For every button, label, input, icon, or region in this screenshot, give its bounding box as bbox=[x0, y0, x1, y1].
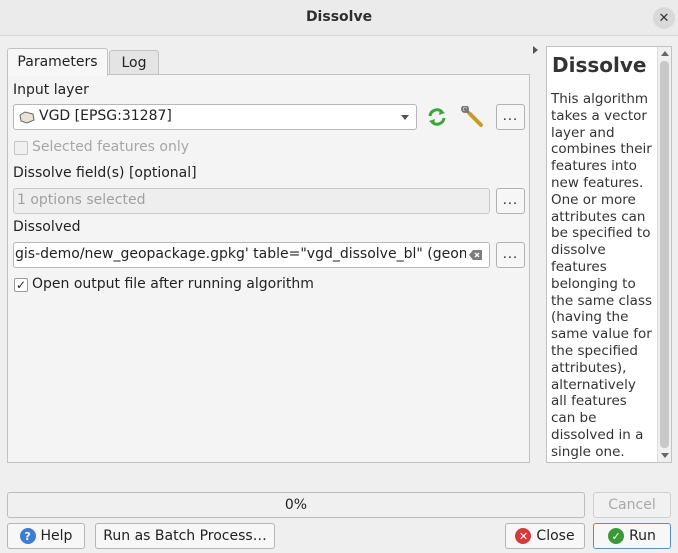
clear-field-icon[interactable] bbox=[469, 250, 483, 260]
input-layer-label: Input layer bbox=[13, 82, 89, 98]
batch-process-button[interactable]: Run as Batch Process… bbox=[95, 523, 275, 549]
window-close-button[interactable]: ✕ bbox=[653, 7, 675, 29]
dissolve-field-label: Dissolve field(s) [optional] bbox=[13, 165, 197, 181]
input-layer-value: VGD [EPSG:31287] bbox=[39, 108, 172, 124]
close-button-label: Close bbox=[536, 528, 575, 544]
refresh-icon[interactable] bbox=[426, 107, 448, 127]
tab-parameters[interactable]: Parameters bbox=[7, 48, 108, 76]
open-output-label: Open output file after running algorithm bbox=[32, 276, 314, 292]
polygon-layer-icon bbox=[19, 111, 35, 124]
scroll-up-icon[interactable] bbox=[661, 51, 669, 56]
help-button-label: Help bbox=[40, 528, 73, 544]
cancel-button-label: Cancel bbox=[608, 497, 656, 513]
dissolve-field-input[interactable]: 1 options selected bbox=[13, 188, 490, 214]
batch-process-label: Run as Batch Process… bbox=[103, 528, 267, 544]
progress-label: 0% bbox=[284, 497, 308, 513]
selected-features-label: Selected features only bbox=[32, 139, 190, 155]
panel-splitter-handle[interactable] bbox=[533, 46, 538, 54]
open-output-checkbox[interactable]: ✓ bbox=[14, 278, 28, 292]
dissolve-field-placeholder: 1 options selected bbox=[17, 192, 146, 208]
parameters-panel: Input layer VGD [EPSG:31287] ... Selecte… bbox=[7, 74, 530, 463]
dissolved-output-field[interactable]: gis-demo/new_geopackage.gpkg' table="vgd… bbox=[13, 242, 490, 268]
help-text: This algorithm takes a vector layer and … bbox=[551, 91, 653, 460]
run-button[interactable]: ✓ Run bbox=[593, 523, 671, 549]
close-button[interactable]: ✕ Close bbox=[505, 523, 585, 549]
help-button[interactable]: ? Help bbox=[7, 523, 85, 549]
scroll-down-icon[interactable] bbox=[661, 453, 669, 458]
title-bar: Dissolve ✕ bbox=[0, 0, 678, 36]
chevron-down-icon bbox=[401, 115, 409, 120]
close-icon: ✕ bbox=[658, 10, 670, 26]
help-title: Dissolve bbox=[552, 53, 647, 77]
cancel-button[interactable]: Cancel bbox=[593, 492, 671, 518]
tab-log[interactable]: Log bbox=[109, 50, 159, 75]
run-button-label: Run bbox=[629, 528, 656, 544]
wrench-icon[interactable] bbox=[461, 106, 485, 128]
dissolve-field-browse-button[interactable]: ... bbox=[496, 188, 525, 214]
run-check-icon: ✓ bbox=[608, 528, 625, 544]
input-layer-combo[interactable]: VGD [EPSG:31287] bbox=[13, 104, 417, 130]
dissolved-output-label: Dissolved bbox=[13, 219, 81, 235]
scrollbar-thumb[interactable] bbox=[660, 61, 669, 448]
selected-features-checkbox[interactable] bbox=[14, 141, 28, 155]
help-icon: ? bbox=[19, 528, 36, 544]
progress-bar: 0% bbox=[7, 492, 585, 518]
dissolved-output-value: gis-demo/new_geopackage.gpkg' table="vgd… bbox=[15, 246, 478, 262]
close-circle-icon: ✕ bbox=[515, 528, 532, 544]
dialog-title: Dissolve bbox=[305, 9, 373, 25]
help-scrollbar[interactable] bbox=[657, 47, 671, 462]
input-layer-browse-button[interactable]: ... bbox=[496, 104, 525, 130]
output-browse-button[interactable]: ... bbox=[496, 242, 525, 268]
help-panel: Dissolve This algorithm takes a vector l… bbox=[546, 46, 672, 463]
